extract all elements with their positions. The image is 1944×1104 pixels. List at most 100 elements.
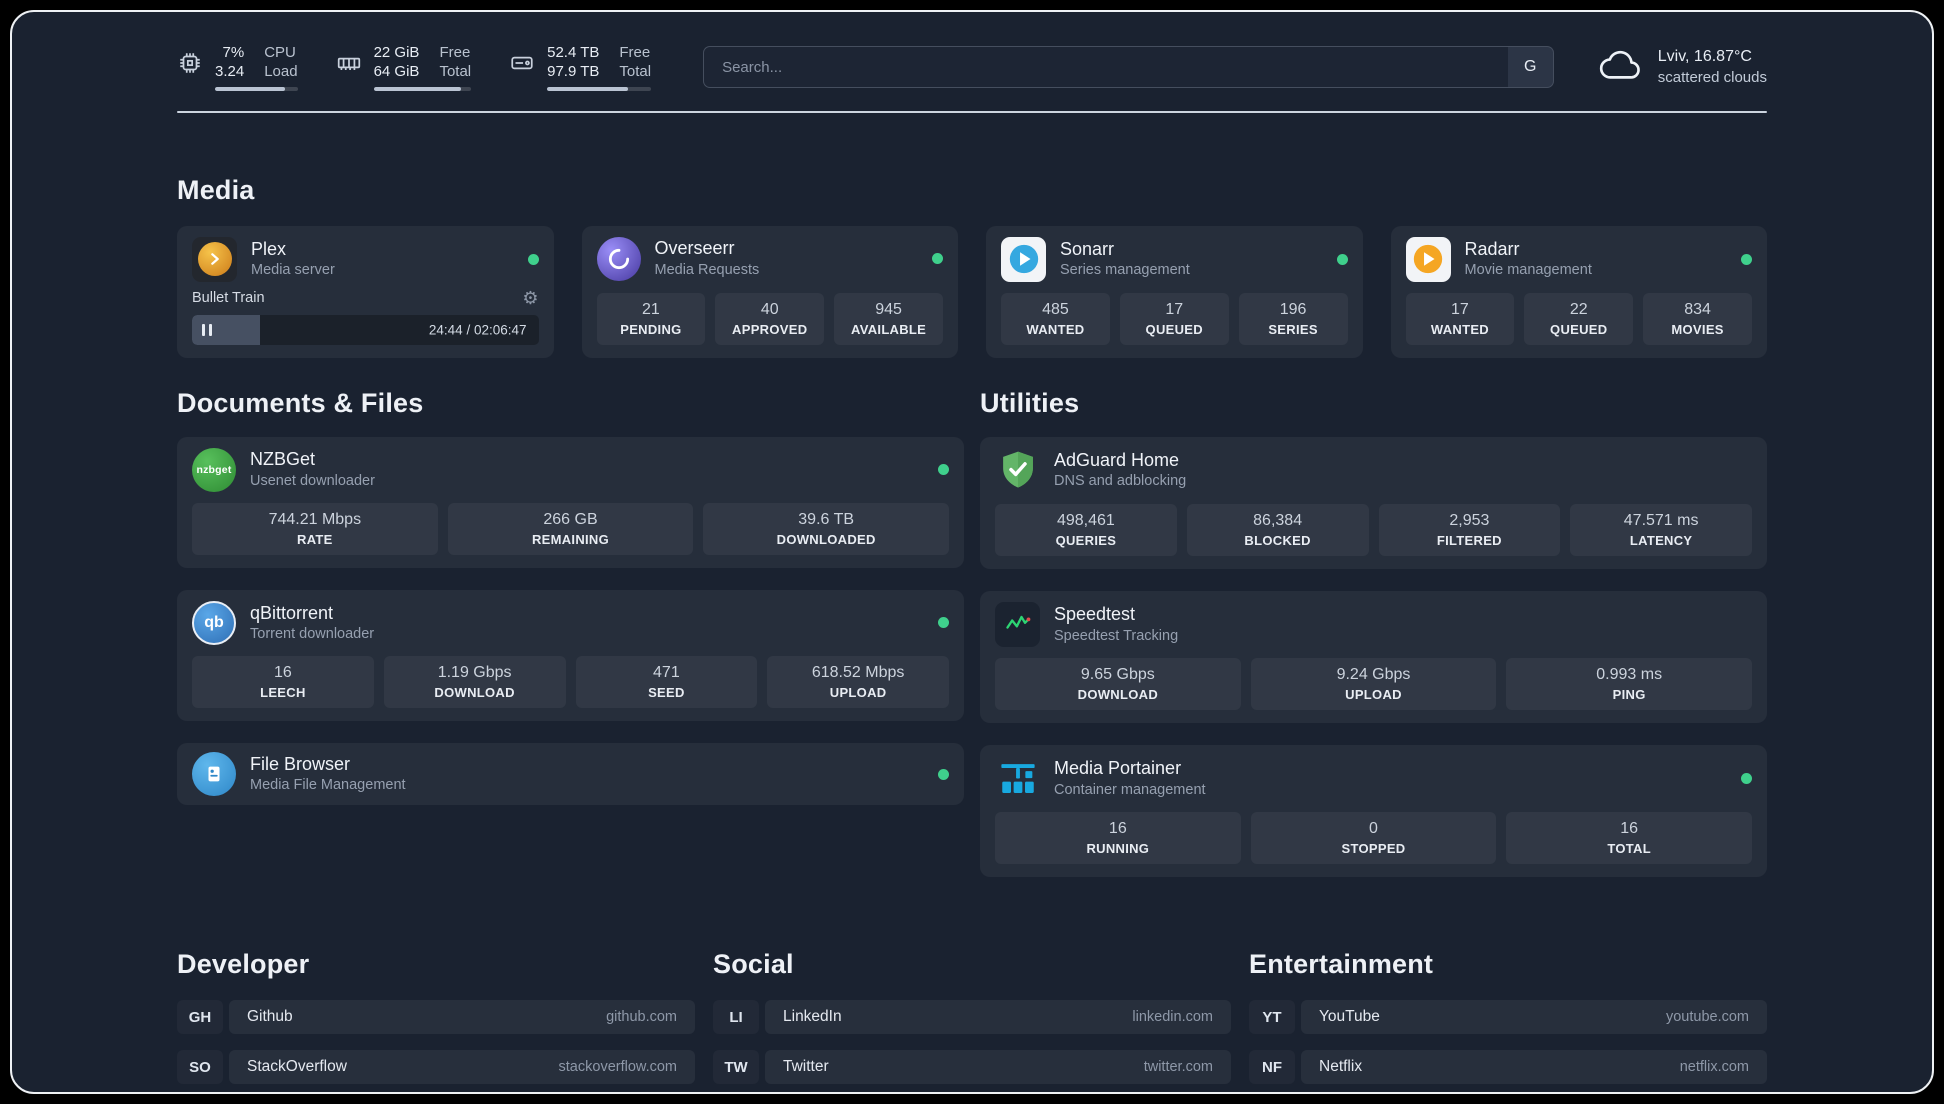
bookmark-group-entertainment: Entertainment YT YouTube youtube.com NF … (1249, 949, 1767, 1092)
stat-wanted: 485 WANTED (1001, 292, 1110, 345)
stat-blocked: 86,384 BLOCKED (1186, 503, 1369, 556)
stat-value: 22 (1569, 300, 1588, 318)
service-card-overseerr[interactable]: Overseerr Media Requests 21 PENDING 40 A… (581, 225, 958, 358)
service-card-sonarr[interactable]: Sonarr Series management 485 WANTED 17 Q… (986, 225, 1363, 358)
bookmark-name: Twitter (783, 1058, 829, 1076)
adguard-icon (995, 448, 1040, 493)
bookmark-github[interactable]: GH Github github.com (177, 1000, 695, 1035)
section-documents: Documents & Files nzbget NZBGet Usenet d… (177, 387, 964, 806)
bookmark-abbr: LI (713, 1000, 759, 1034)
stat-label: RATE (297, 531, 333, 547)
service-card-qbittorrent[interactable]: qb qBittorrent Torrent downloader 16 LEE… (177, 589, 964, 722)
service-card-radarr[interactable]: Radarr Movie management 17 WANTED 22 QUE… (1390, 225, 1767, 358)
bookmark-youtube[interactable]: YT YouTube youtube.com (1249, 1000, 1767, 1035)
playback-time: 24:44 / 02:06:47 (428, 322, 527, 338)
service-subtitle: Speedtest Tracking (1054, 627, 1179, 644)
memory-ram-icon (336, 50, 362, 81)
stat-value: 16 (1620, 820, 1639, 838)
service-title: NZBGet (250, 449, 316, 470)
service-card-speedtest[interactable]: Speedtest Speedtest Tracking 9.65 Gbps D… (980, 590, 1767, 724)
service-card-adguard[interactable]: AdGuard Home DNS and adblocking 498,461 … (980, 436, 1767, 569)
stat-label: UPLOAD (829, 685, 887, 701)
bookmark-abbr: YT (1249, 1000, 1295, 1034)
cpu-load-label: Load (264, 63, 298, 81)
stat-label: QUERIES (1055, 532, 1117, 548)
service-card-nzbget[interactable]: nzbget NZBGet Usenet downloader 744.21 M… (177, 436, 964, 568)
service-title: Overseerr (654, 238, 735, 259)
service-card-filebrowser[interactable]: File Browser Media File Management (177, 743, 964, 806)
stat-pending: 21 PENDING (596, 292, 706, 345)
bookmark-stackoverflow[interactable]: SO StackOverflow stackoverflow.com (177, 1050, 695, 1085)
stat-queued: 22 QUEUED (1524, 292, 1634, 345)
service-card-plex[interactable]: Plex Media server Bullet Train ⚙ 24:44 /… (177, 225, 554, 358)
nzbget-icon: nzbget (192, 447, 236, 492)
stat-value: 9.65 Gbps (1080, 665, 1155, 683)
stat-value: 86,384 (1253, 511, 1303, 529)
search-engine-button[interactable]: G (1507, 46, 1554, 89)
stat-value: 2,953 (1449, 511, 1490, 529)
weather-widget: Lviv, 16.87°C scattered clouds (1598, 46, 1767, 88)
bookmark-linkedin[interactable]: LI LinkedIn linkedin.com (713, 1000, 1231, 1035)
stat-value: 485 (1042, 300, 1069, 318)
bookmark-abbr: NF (1249, 1050, 1295, 1084)
stat-seed: 471 SEED (575, 655, 758, 709)
qbittorrent-logo-text: qb (204, 613, 224, 631)
section-heading-social: Social (713, 949, 794, 980)
stat-label: LEECH (260, 685, 306, 701)
stat-label: QUEUED (1145, 321, 1203, 337)
stat-value: 16 (273, 663, 292, 681)
bookmark-name: Netflix (1319, 1058, 1363, 1076)
memory-free-value: 22 GiB (373, 44, 420, 61)
disk-free-label: Free (619, 44, 651, 61)
status-dot (1741, 773, 1752, 785)
cloud-icon (1598, 48, 1644, 87)
stat-value: 834 (1684, 300, 1711, 318)
stat-filtered: 2,953 FILTERED (1378, 503, 1561, 556)
disk-free-value: 52.4 TB (547, 44, 600, 61)
search-input[interactable] (703, 46, 1508, 89)
service-subtitle: DNS and adblocking (1054, 473, 1187, 490)
stat-running: 16 RUNNING (995, 812, 1241, 865)
playback-progress-fill (192, 314, 260, 345)
bookmark-name: StackOverflow (247, 1058, 347, 1076)
stat-remaining: 266 GB REMAINING (447, 502, 694, 555)
disk-widget: 52.4 TB Free 97.9 TB Total (509, 44, 652, 91)
plex-icon (192, 236, 237, 282)
stat-label: WANTED (1430, 321, 1489, 337)
stat-upload: 618.52 Mbps UPLOAD (767, 655, 949, 709)
bookmark-url: twitter.com (1143, 1059, 1213, 1076)
service-subtitle: Series management (1060, 262, 1190, 279)
stat-series: 196 SERIES (1238, 292, 1348, 345)
service-title: Plex (251, 238, 287, 259)
bookmark-group-developer: Developer GH Github github.com SO StackO… (177, 949, 695, 1092)
stat-value: 618.52 Mbps (811, 663, 905, 681)
pause-icon[interactable] (202, 323, 212, 336)
stat-label: WANTED (1026, 321, 1085, 337)
playback-progress-bar[interactable]: 24:44 / 02:06:47 (192, 314, 539, 345)
stat-queries: 498,461 QUERIES (995, 503, 1177, 556)
stat-ping: 0.993 ms PING (1506, 657, 1752, 711)
stat-label: STOPPED (1341, 841, 1406, 857)
status-dot (527, 253, 539, 265)
bookmark-netflix[interactable]: NF Netflix netflix.com (1249, 1050, 1767, 1085)
stat-queued: 17 QUEUED (1119, 292, 1229, 345)
stat-value: 47.571 ms (1623, 511, 1699, 529)
settings-gear-icon[interactable]: ⚙ (522, 289, 538, 307)
section-heading-documents: Documents & Files (177, 387, 424, 418)
filebrowser-icon (192, 752, 236, 797)
stat-available: 945 AVAILABLE (834, 292, 943, 345)
bookmark-group-social: Social LI LinkedIn linkedin.com TW Twitt… (713, 949, 1231, 1092)
cpu-label: CPU (264, 44, 296, 61)
stat-label: BLOCKED (1244, 532, 1311, 548)
stat-label: AVAILABLE (850, 321, 927, 337)
bookmark-url: netflix.com (1679, 1059, 1749, 1076)
service-title: Media Portainer (1054, 758, 1182, 779)
stat-label: QUEUED (1550, 321, 1608, 337)
bookmark-twitter[interactable]: TW Twitter twitter.com (713, 1050, 1231, 1085)
service-card-portainer[interactable]: Media Portainer Container management 16 … (980, 745, 1767, 878)
bookmark-name: YouTube (1319, 1008, 1380, 1026)
speedtest-icon (995, 601, 1040, 647)
sonarr-icon (1001, 236, 1046, 282)
stat-label: PENDING (620, 321, 682, 337)
bookmark-abbr: SO (177, 1050, 223, 1084)
